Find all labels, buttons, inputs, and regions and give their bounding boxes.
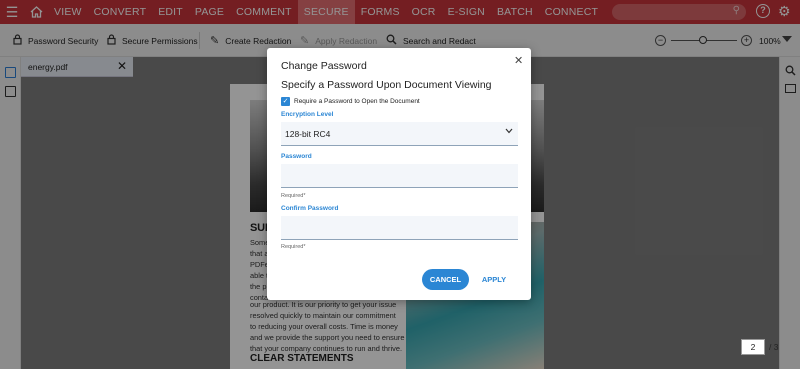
- dialog-heading: Specify a Password Upon Document Viewing: [281, 79, 492, 91]
- dialog-title: Change Password: [281, 60, 367, 72]
- encryption-level-label: Encryption Level: [281, 111, 334, 118]
- password-field[interactable]: [281, 164, 518, 188]
- cancel-button[interactable]: CANCEL: [422, 269, 469, 290]
- password-required-hint: Required*: [281, 193, 306, 199]
- encryption-level-select[interactable]: 128-bit RC4: [281, 122, 518, 146]
- require-password-label: Require a Password to Open the Document: [294, 98, 420, 105]
- change-password-dialog: Change Password ✕ Specify a Password Upo…: [267, 48, 531, 300]
- apply-button[interactable]: APPLY: [478, 269, 510, 290]
- close-icon[interactable]: ✕: [514, 54, 523, 67]
- encryption-level-value: 128-bit RC4: [285, 129, 331, 139]
- require-password-checkbox[interactable]: ✓: [281, 97, 290, 106]
- confirm-password-field[interactable]: [281, 216, 518, 240]
- current-page-input[interactable]: 2: [741, 339, 765, 355]
- password-label: Password: [281, 153, 312, 160]
- total-pages: / 3: [769, 342, 779, 352]
- confirm-password-label: Confirm Password: [281, 205, 339, 212]
- page-navigator: 2 / 3: [741, 339, 783, 356]
- confirm-password-required-hint: Required*: [281, 244, 306, 250]
- chevron-down-icon: [505, 126, 513, 136]
